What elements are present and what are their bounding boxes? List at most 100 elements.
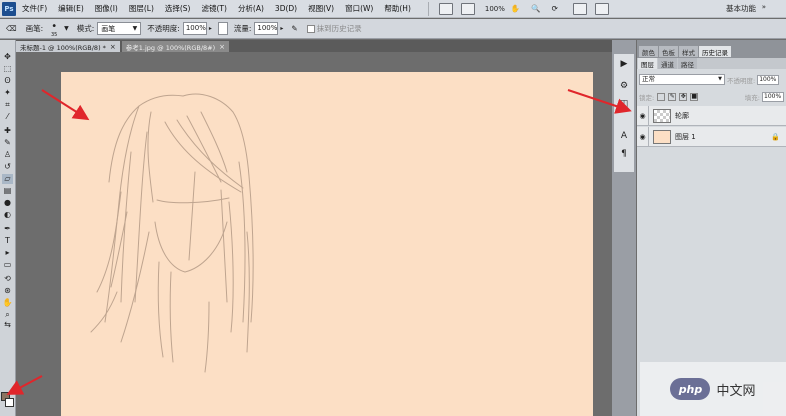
history-brush-tool-icon[interactable]: ↺: [2, 162, 13, 172]
pen-tool-icon[interactable]: ✒: [2, 224, 13, 234]
document-tab-untitled[interactable]: 未标题-1 @ 100%(RGB/8) * ×: [16, 41, 120, 52]
brush-tool-icon[interactable]: ✎: [2, 138, 13, 148]
canvas-area[interactable]: [17, 52, 612, 416]
brush-dropdown-icon[interactable]: ▼: [64, 25, 69, 32]
shape-tool-icon[interactable]: ▭: [2, 260, 13, 270]
lock-transparent-icon[interactable]: [657, 92, 666, 101]
lock-pixels-icon[interactable]: ✎: [668, 92, 677, 101]
erase-to-history-checkbox[interactable]: [306, 24, 315, 33]
panel-top-tabs: 颜色 色板 样式 历史记录: [637, 46, 786, 57]
layer-lock-icon: 🔒: [771, 132, 780, 141]
tab-channels[interactable]: 通道: [658, 58, 677, 69]
collapsed-panel-icons: ▶ ⚙ ◫ A ¶: [614, 54, 634, 172]
flow-label: 流量:: [233, 24, 252, 33]
document-tab-label: 未标题-1 @ 100%(RGB/8) *: [20, 43, 106, 52]
crop-tool-icon[interactable]: ⌗: [2, 100, 13, 110]
lasso-tool-icon[interactable]: ʘ: [2, 76, 13, 86]
visibility-eye-icon[interactable]: ◉: [637, 126, 649, 147]
menu-layer[interactable]: 图层(L): [129, 3, 154, 14]
layer-opacity-input[interactable]: 100%: [757, 74, 780, 85]
tab-history[interactable]: 历史记录: [699, 46, 731, 57]
tab-swatches[interactable]: 色板: [659, 46, 678, 57]
blur-tool-icon[interactable]: ●: [2, 198, 13, 208]
photoshop-logo: Ps: [2, 1, 16, 16]
play-action-icon[interactable]: ▶: [617, 58, 631, 71]
type-tool-icon[interactable]: T: [2, 236, 13, 246]
rotate-view-icon[interactable]: ⟳: [552, 4, 558, 13]
gradient-tool-icon[interactable]: ▤: [2, 186, 13, 196]
document-tab-reference[interactable]: 参考1.jpg @ 100%(RGB/8#) ×: [121, 41, 230, 52]
zoom-level[interactable]: 100%: [485, 5, 505, 13]
healing-tool-icon[interactable]: ✚: [2, 126, 13, 136]
menu-image[interactable]: 图像(I): [95, 3, 118, 14]
path-select-tool-icon[interactable]: ▸: [2, 248, 13, 258]
lock-all-icon[interactable]: ■: [690, 92, 699, 101]
menu-select[interactable]: 选择(S): [165, 3, 191, 14]
tab-color[interactable]: 颜色: [639, 46, 658, 57]
zoom-tool-icon[interactable]: 🔍: [531, 4, 540, 13]
php-watermark: php 中文网: [640, 362, 786, 416]
adjustments-icon[interactable]: ⚙: [617, 80, 631, 93]
menu-analysis[interactable]: 分析(A): [238, 3, 264, 14]
view-extras-icon[interactable]: [460, 2, 475, 15]
lock-label: 锁定:: [639, 93, 655, 102]
lock-position-icon[interactable]: ✥: [679, 92, 688, 101]
mode-label: 模式:: [76, 24, 95, 33]
blend-mode-select[interactable]: 正常 ▼: [639, 74, 725, 85]
close-icon[interactable]: ×: [219, 43, 225, 51]
move-tool-icon[interactable]: ✥: [2, 52, 13, 62]
menu-edit[interactable]: 编辑(E): [58, 3, 84, 14]
layer-thumbnail: [653, 108, 671, 123]
layer-row[interactable]: ◉ 轮廓: [637, 105, 786, 126]
menu-help[interactable]: 帮助(H): [384, 3, 411, 14]
opacity-input[interactable]: 100%: [182, 22, 207, 35]
hand-tool-icon[interactable]: ✋: [2, 298, 13, 308]
tab-layers[interactable]: 图层: [638, 58, 657, 69]
background-color-swatch[interactable]: [5, 398, 14, 407]
workspace-more-icon[interactable]: »: [762, 3, 766, 11]
arrange-documents-icon[interactable]: [572, 2, 587, 15]
opacity-slider-icon[interactable]: ▸: [209, 25, 212, 32]
character-icon[interactable]: A: [617, 130, 631, 143]
tablet-opacity-icon[interactable]: [217, 22, 228, 35]
eraser-tool-icon[interactable]: ▱: [2, 174, 13, 184]
zoom-tool-icon[interactable]: ⌕: [2, 310, 13, 320]
menu-window[interactable]: 窗口(W): [345, 3, 373, 14]
airbrush-icon[interactable]: ✎: [291, 24, 297, 33]
layer-name: 图层 1: [675, 132, 696, 141]
3d-rotate-tool-icon[interactable]: ⟲: [2, 274, 13, 284]
layer-row[interactable]: ◉ 图层 1 🔒: [637, 126, 786, 147]
brush-preset-picker[interactable]: • 35: [46, 21, 62, 38]
visibility-eye-icon[interactable]: ◉: [637, 105, 649, 126]
flow-slider-icon[interactable]: ▸: [280, 25, 283, 32]
watermark-text: 中文网: [716, 383, 756, 399]
workspace-switcher[interactable]: 基本功能: [726, 3, 756, 14]
hand-tool-icon[interactable]: ✋: [511, 4, 520, 13]
bridge-icon[interactable]: [438, 2, 453, 15]
fill-label: 填充:: [744, 93, 760, 102]
paragraph-icon[interactable]: ¶: [617, 148, 631, 161]
fill-input[interactable]: 100%: [762, 91, 784, 102]
eyedropper-tool-icon[interactable]: ⁄: [2, 112, 13, 122]
menu-file[interactable]: 文件(F): [22, 3, 47, 14]
mode-select[interactable]: 画笔 ▼: [97, 22, 142, 35]
flow-input[interactable]: 100%: [254, 22, 279, 35]
close-icon[interactable]: ×: [110, 43, 116, 51]
menu-bar: Ps 文件(F) 编辑(E) 图像(I) 图层(L) 选择(S) 滤镜(T) 分…: [0, 0, 786, 18]
document-canvas[interactable]: [61, 72, 593, 416]
tab-styles[interactable]: 样式: [679, 46, 698, 57]
menu-3d[interactable]: 3D(D): [275, 4, 297, 13]
3d-orbit-tool-icon[interactable]: ⊛: [2, 286, 13, 296]
brush-label: 画笔:: [25, 24, 44, 33]
eraser-tool-icon[interactable]: ⌫: [6, 24, 17, 33]
tab-paths[interactable]: 路径: [678, 58, 697, 69]
masks-icon[interactable]: ◫: [617, 98, 631, 111]
dodge-tool-icon[interactable]: ◐: [2, 210, 13, 220]
screen-mode-icon[interactable]: [594, 2, 609, 15]
swap-colors-icon[interactable]: ⇆: [2, 320, 13, 330]
menu-filter[interactable]: 滤镜(T): [202, 3, 227, 14]
menu-view[interactable]: 视图(V): [308, 3, 334, 14]
quick-select-tool-icon[interactable]: ✦: [2, 88, 13, 98]
marquee-tool-icon[interactable]: ⬚: [2, 64, 13, 74]
stamp-tool-icon[interactable]: ♙: [2, 150, 13, 160]
